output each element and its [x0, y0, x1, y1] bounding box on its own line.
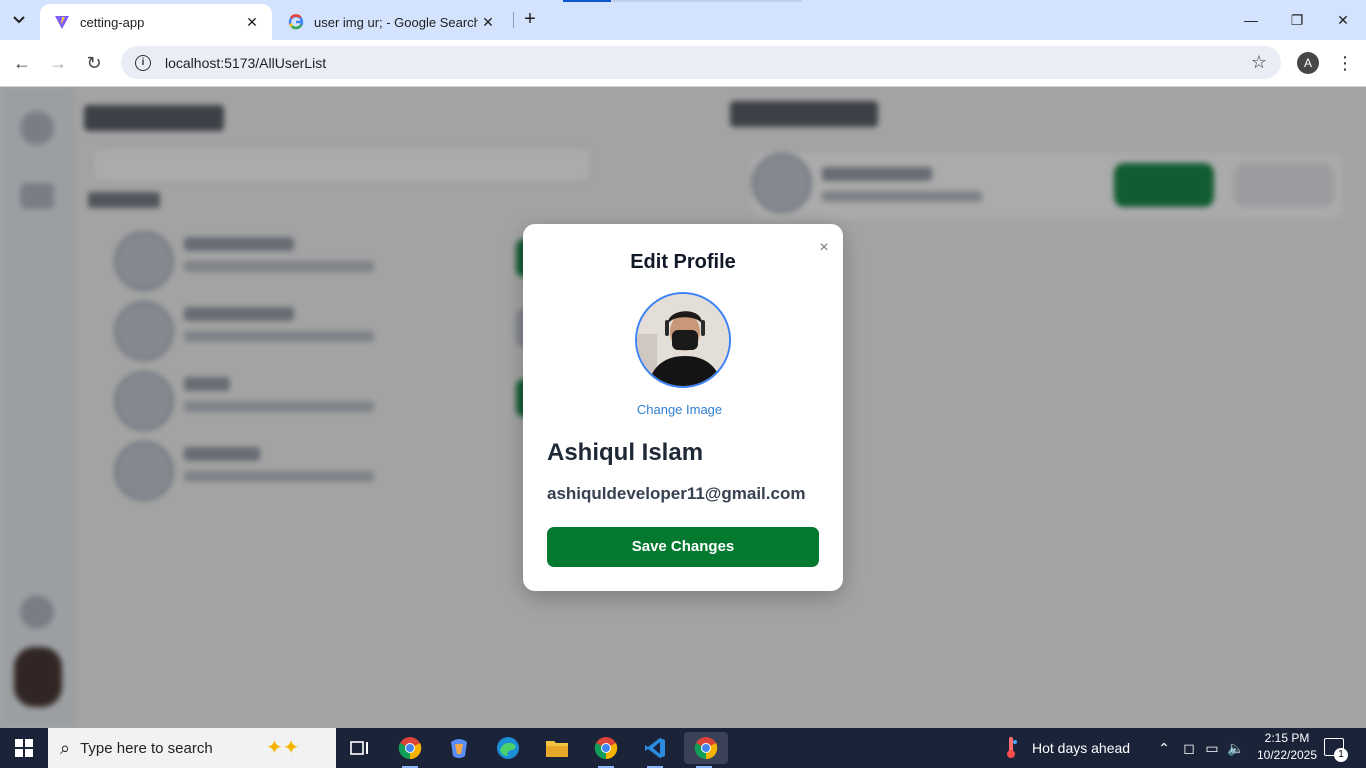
close-icon[interactable]: ✕	[478, 14, 498, 31]
notification-count: 1	[1334, 748, 1348, 762]
browser-toolbar: ← → ↻ i localhost:5173/AllUserList ☆ A ⋮	[0, 40, 1366, 87]
windows-start-icon[interactable]	[0, 728, 48, 768]
edit-profile-modal: × Edit Profile Change Image Ashiqul Isla…	[523, 224, 843, 591]
tab-title: cetting-app	[80, 14, 145, 30]
chrome-icon[interactable]	[684, 732, 728, 768]
copilot-icon: ✦✦	[266, 737, 300, 759]
clock-date: 10/22/2025	[1256, 748, 1318, 762]
tab-title: user img ur; - Google Search	[314, 14, 478, 30]
minimize-icon[interactable]: —	[1228, 8, 1274, 32]
tab-strip-indicator	[563, 0, 611, 2]
chrome-icon[interactable]	[586, 732, 626, 768]
network-icon[interactable]: ▭	[1202, 728, 1222, 768]
browser-tab-bar: cetting-app ✕ user img ur; - Google Sear…	[0, 0, 1366, 40]
profile-photo-icon	[637, 294, 729, 386]
vite-favicon-icon	[55, 16, 69, 29]
vscode-icon[interactable]	[635, 732, 675, 768]
tab-google-search[interactable]: user img ur; - Google Search ✕	[276, 4, 508, 40]
kebab-menu-icon[interactable]: ⋮	[1336, 52, 1354, 74]
google-favicon-icon	[288, 14, 304, 30]
address-bar[interactable]: i localhost:5173/AllUserList ☆	[121, 46, 1281, 79]
url-text[interactable]: localhost:5173/AllUserList	[165, 55, 1251, 71]
restore-icon[interactable]: ❐	[1274, 8, 1320, 32]
clock-time: 2:15 PM	[1264, 731, 1310, 745]
profile-name: Ashiqul Islam	[547, 439, 704, 466]
search-placeholder: Type here to search	[80, 739, 213, 757]
weather-widget[interactable]: Hot days ahead	[1004, 728, 1130, 768]
forward-icon[interactable]: →	[44, 50, 72, 76]
reload-icon[interactable]: ↻	[80, 50, 108, 76]
chevron-up-icon[interactable]: ⌃	[1154, 728, 1174, 768]
profile-image	[635, 292, 731, 388]
profile-email: ashiquldeveloper11@gmail.com	[547, 484, 806, 503]
plus-icon[interactable]: +	[518, 8, 542, 32]
copilot-app-icon[interactable]	[439, 732, 479, 764]
save-changes-button[interactable]: Save Changes	[547, 527, 819, 567]
tab-cetting-app[interactable]: cetting-app ✕	[40, 4, 272, 40]
task-view-icon[interactable]	[340, 732, 380, 764]
search-icon: ⌕	[60, 737, 71, 758]
chrome-icon[interactable]	[390, 732, 430, 768]
taskbar: ⌕ Type here to search ✦✦ Hot days ahead …	[0, 728, 1366, 768]
folder-icon[interactable]	[537, 732, 577, 764]
info-icon[interactable]: i	[135, 54, 151, 71]
tab-strip-indicator	[612, 0, 802, 2]
taskbar-search-input[interactable]: ⌕ Type here to search ✦✦	[48, 728, 336, 768]
tab-search-icon[interactable]	[6, 8, 32, 32]
tab-separator	[513, 12, 514, 28]
edge-icon[interactable]	[488, 732, 528, 764]
weather-text: Hot days ahead	[1032, 740, 1131, 756]
back-icon[interactable]: ←	[8, 50, 36, 76]
modal-title: Edit Profile	[630, 251, 736, 273]
change-image-link[interactable]: Change Image	[523, 402, 836, 417]
system-clock[interactable]: 2:15 PM 10/22/2025	[1256, 730, 1318, 764]
volume-icon[interactable]: 🔈	[1226, 728, 1246, 768]
profile-avatar[interactable]: A	[1297, 52, 1319, 74]
star-icon[interactable]: ☆	[1251, 52, 1267, 73]
close-icon[interactable]: ✕	[242, 14, 262, 31]
close-icon[interactable]: ✕	[1320, 8, 1366, 32]
thermometer-icon	[1007, 737, 1017, 758]
meet-icon[interactable]: ◻	[1180, 728, 1198, 768]
